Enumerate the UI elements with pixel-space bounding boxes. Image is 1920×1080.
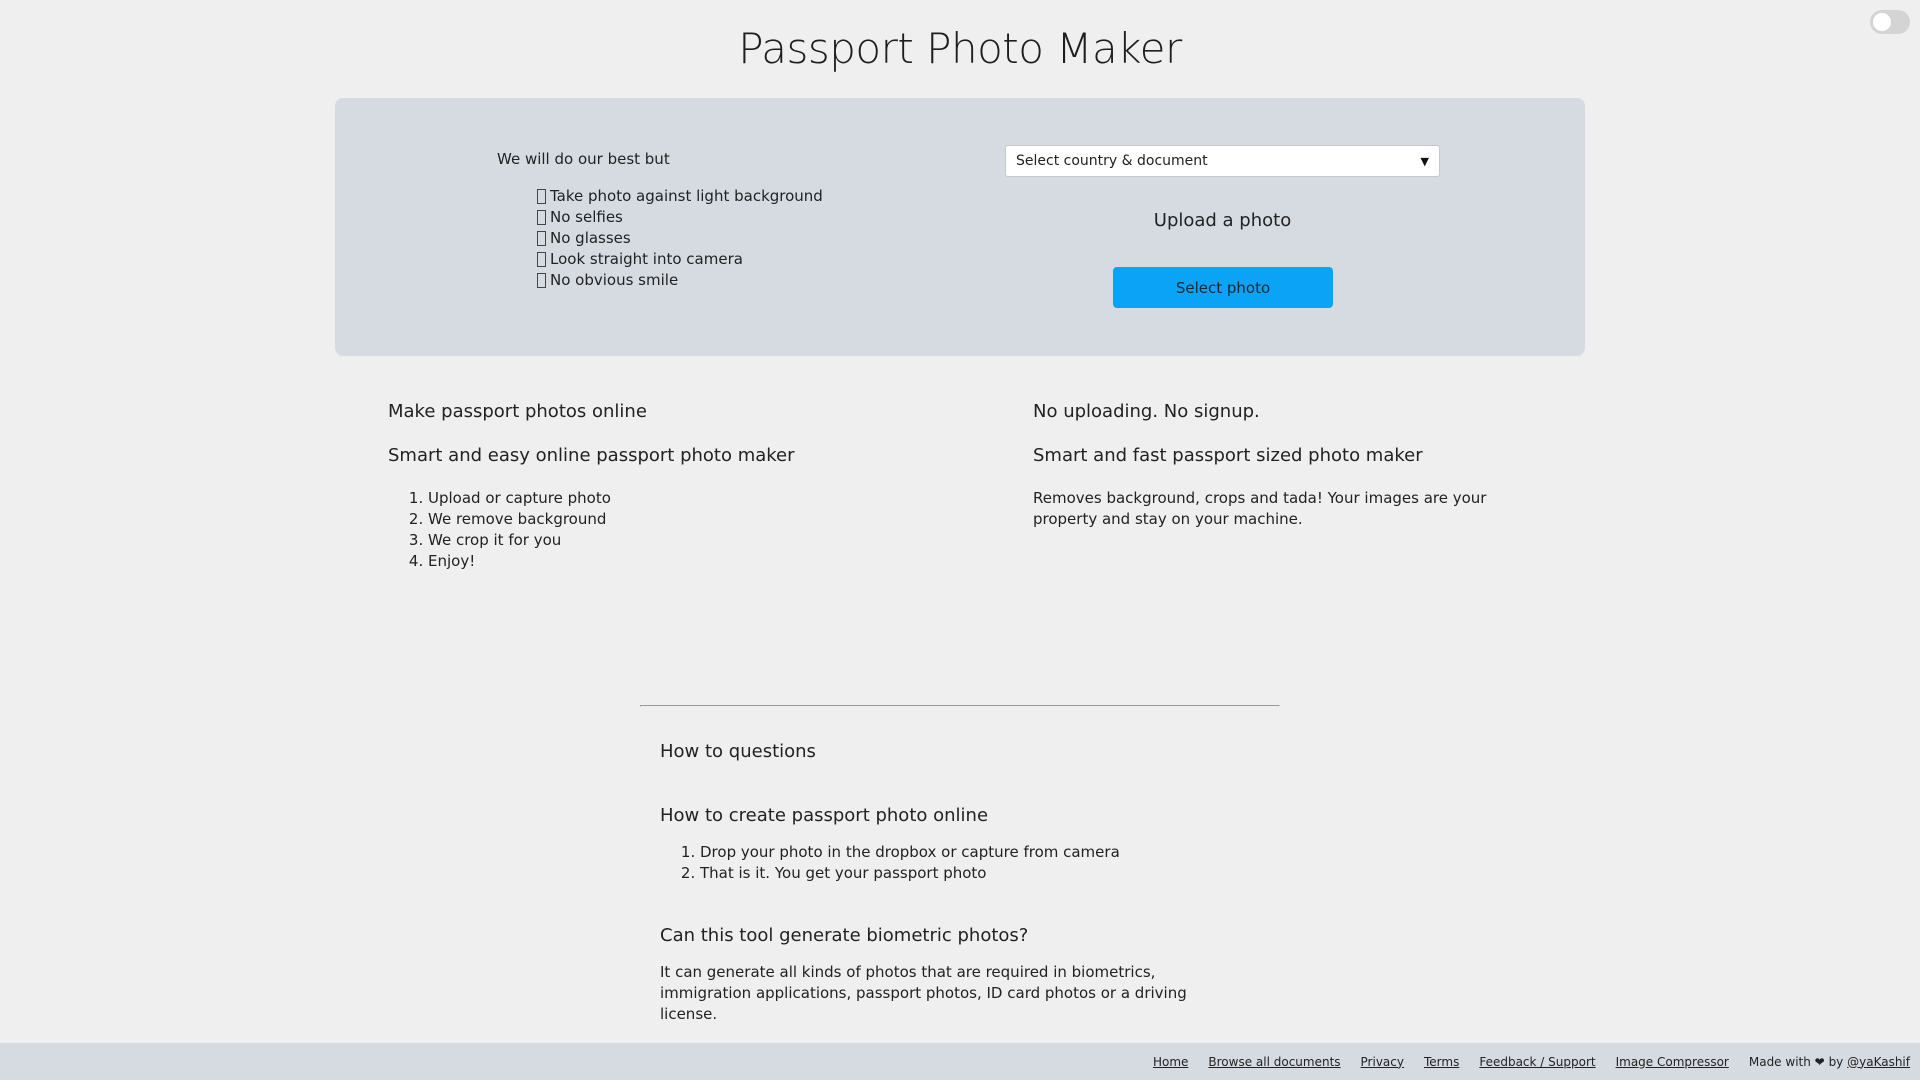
- info-heading: Make passport photos online: [388, 401, 647, 422]
- upload-label: Upload a photo: [1153, 210, 1292, 231]
- list-item: We remove background: [428, 509, 948, 530]
- page-title: Passport Photo Maker: [738, 24, 1182, 73]
- country-document-select[interactable]: Select country & document ▼: [1005, 145, 1440, 177]
- upload-card: We will do our best but Take photo again…: [335, 98, 1585, 356]
- steps-list: Upload or capture photo We remove backgr…: [428, 488, 948, 572]
- tip-item: No selfies: [537, 207, 823, 228]
- page: Passport Photo Maker We will do our best…: [0, 0, 1920, 1080]
- author-link[interactable]: @yaKashif: [1847, 1055, 1910, 1069]
- box-bullet-icon: [537, 231, 546, 246]
- box-bullet-icon: [537, 273, 546, 288]
- made-with-text: Made with: [1748, 1054, 1811, 1069]
- divider: [640, 705, 1280, 707]
- select-photo-button[interactable]: Select photo: [1113, 267, 1333, 308]
- tip-text: No glasses: [550, 229, 631, 247]
- tips-intro: We will do our best but: [497, 150, 670, 168]
- box-bullet-icon: [537, 252, 546, 267]
- list-item: That is it. You get your passport photo: [700, 863, 1220, 884]
- faq-answer-list: Drop your photo in the dropbox or captur…: [700, 842, 1220, 884]
- info-left: Make passport photos online Smart and ea…: [388, 400, 948, 572]
- faq-question: How to create passport photo online: [660, 805, 989, 826]
- select-value: Select country & document: [1016, 153, 1208, 169]
- list-item: Enjoy!: [428, 551, 948, 572]
- footer-link-image-compressor[interactable]: Image Compressor: [1616, 1055, 1729, 1069]
- faq-heading: How to questions: [660, 741, 816, 762]
- list-item: Drop your photo in the dropbox or captur…: [700, 842, 1220, 863]
- footer: Home Browse all documents Privacy Terms …: [0, 1043, 1920, 1080]
- footer-link-browse-documents[interactable]: Browse all documents: [1208, 1055, 1340, 1069]
- info-body: Removes background, crops and tada! Your…: [1033, 489, 1487, 528]
- faq-section: How to questions How to create passport …: [660, 740, 1220, 1025]
- box-bullet-icon: [537, 189, 546, 204]
- tips-list: Take photo against light background No s…: [537, 186, 823, 291]
- list-item: Upload or capture photo: [428, 488, 948, 509]
- tip-text: Look straight into camera: [550, 250, 743, 268]
- list-item: We crop it for you: [428, 530, 948, 551]
- info-right: No uploading. No signup. Smart and fast …: [1033, 400, 1553, 530]
- tip-text: No obvious smile: [550, 271, 679, 289]
- heart-icon: ❤: [1814, 1054, 1825, 1069]
- tip-text: Take photo against light background: [550, 187, 823, 205]
- box-bullet-icon: [537, 210, 546, 225]
- tip-item: Look straight into camera: [537, 249, 823, 270]
- footer-link-feedback[interactable]: Feedback / Support: [1479, 1055, 1595, 1069]
- info-heading: No uploading. No signup.: [1033, 401, 1260, 422]
- faq-answer: It can generate all kinds of photos that…: [660, 963, 1187, 1023]
- footer-link-terms[interactable]: Terms: [1424, 1055, 1459, 1069]
- chevron-down-icon: ▼: [1420, 154, 1429, 168]
- tip-item: No glasses: [537, 228, 823, 249]
- tip-item: Take photo against light background: [537, 186, 823, 207]
- footer-link-privacy[interactable]: Privacy: [1361, 1055, 1404, 1069]
- made-with-credit: Made with ❤ by @yaKashif: [1749, 1055, 1910, 1069]
- info-subheading: Smart and easy online passport photo mak…: [388, 445, 795, 466]
- tip-item: No obvious smile: [537, 270, 823, 291]
- faq-question: Can this tool generate biometric photos?: [660, 925, 1029, 946]
- tip-text: No selfies: [550, 208, 623, 226]
- footer-link-home[interactable]: Home: [1153, 1055, 1188, 1069]
- by-text: by: [1828, 1054, 1844, 1069]
- info-subheading: Smart and fast passport sized photo make…: [1033, 445, 1423, 466]
